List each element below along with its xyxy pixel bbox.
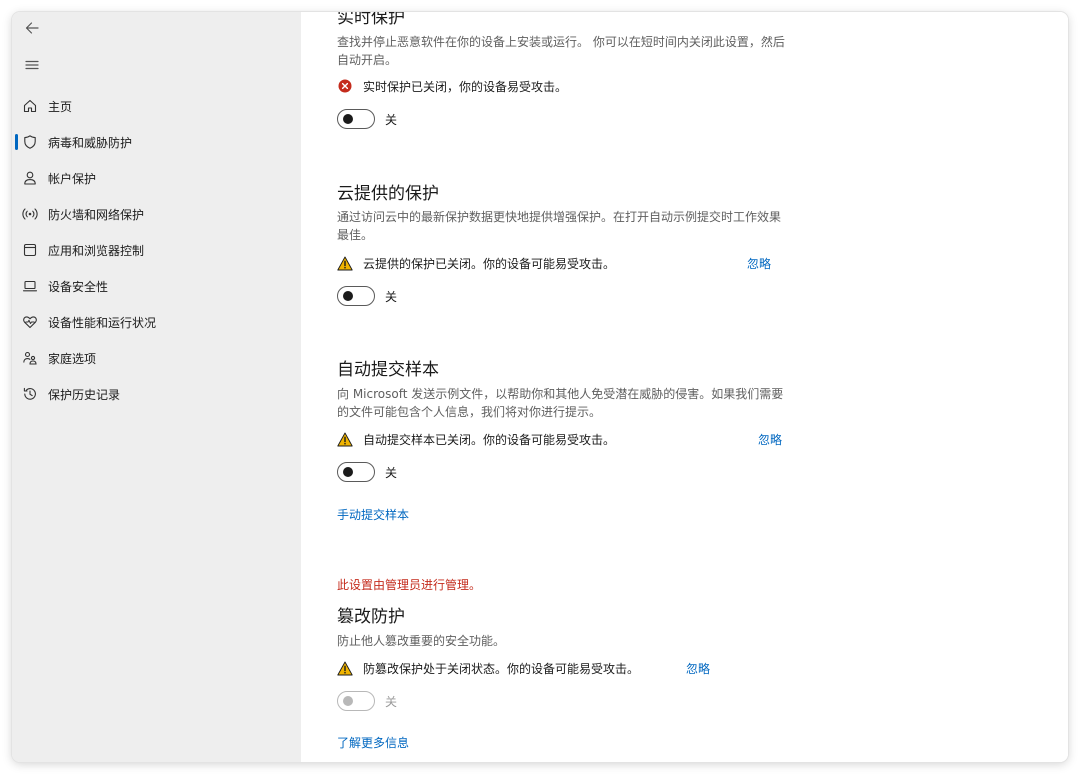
tamper-ignore-link[interactable]: 忽略 — [686, 660, 710, 677]
sidebar-item-label: 防火墙和网络保护 — [48, 207, 145, 222]
cloud-alert-text: 云提供的保护已关闭。你的设备可能易受攻击。 — [363, 256, 616, 271]
realtime-toggle-row: 关 — [337, 109, 397, 129]
hamburger-icon — [25, 60, 39, 70]
history-icon — [22, 386, 38, 402]
family-icon — [22, 350, 38, 366]
realtime-alert-text: 实时保护已关闭，你的设备易受攻击。 — [363, 79, 568, 94]
realtime-toggle[interactable] — [337, 109, 375, 129]
sidebar-item-firewall[interactable]: 防火墙和网络保护 — [12, 198, 301, 230]
tamper-alert: 防篡改保护处于关闭状态。你的设备可能易受攻击。 — [337, 658, 639, 678]
sidebar-item-label: 家庭选项 — [48, 351, 97, 366]
sample-alert-text: 自动提交样本已关闭。你的设备可能易受攻击。 — [363, 432, 616, 447]
cloud-ignore-link[interactable]: 忽略 — [747, 255, 771, 272]
sidebar-item-app-browser[interactable]: 应用和浏览器控制 — [12, 234, 301, 266]
warning-icon — [337, 660, 353, 676]
back-arrow-icon — [25, 22, 39, 34]
browser-window-icon — [22, 242, 38, 258]
warning-icon — [337, 255, 353, 271]
sidebar-item-label: 保护历史记录 — [48, 387, 121, 402]
managed-by-admin-text: 此设置由管理员进行管理。 — [337, 578, 482, 592]
shield-icon — [22, 134, 38, 150]
heart-pulse-icon — [22, 314, 38, 330]
tamper-description: 防止他人篡改重要的安全功能。 — [337, 634, 506, 648]
manual-submit-link[interactable]: 手动提交样本 — [337, 506, 409, 523]
laptop-icon — [22, 278, 38, 294]
learn-more-link[interactable]: 了解更多信息 — [337, 734, 409, 751]
tamper-alert-text: 防篡改保护处于关闭状态。你的设备可能易受攻击。 — [363, 661, 640, 676]
sidebar-item-label: 病毒和威胁防护 — [48, 135, 133, 150]
realtime-description: 查找并停止恶意软件在你的设备上安装或运行。 你可以在短时间内关闭此设置，然后自动… — [337, 35, 785, 67]
person-icon — [22, 170, 38, 186]
back-button[interactable] — [22, 18, 42, 38]
cloud-title: 云提供的保护 — [337, 184, 439, 204]
sample-toggle-label: 关 — [385, 465, 398, 480]
sample-toggle[interactable] — [337, 462, 375, 482]
realtime-title: 实时保护 — [337, 12, 405, 28]
cloud-alert: 云提供的保护已关闭。你的设备可能易受攻击。 — [337, 253, 615, 273]
sidebar-item-label: 主页 — [48, 99, 73, 114]
menu-button[interactable] — [22, 55, 42, 75]
sidebar-item-account[interactable]: 帐户保护 — [12, 162, 301, 194]
cloud-toggle-label: 关 — [385, 289, 398, 304]
tamper-toggle — [337, 691, 375, 711]
home-icon — [22, 98, 38, 114]
sidebar-item-label: 设备性能和运行状况 — [48, 315, 157, 330]
sample-description: 向 Microsoft 发送示例文件，以帮助你和其他人免受潜在威胁的侵害。如果我… — [337, 387, 784, 419]
tamper-toggle-label: 关 — [385, 694, 398, 709]
sidebar-item-history[interactable]: 保护历史记录 — [12, 378, 301, 410]
security-window: 主页 病毒和威胁防护 帐户保护 防火墙和网络保护 应用和浏览器控制 设备安全性 … — [12, 12, 1068, 762]
sample-toggle-row: 关 — [337, 462, 397, 482]
sample-alert: 自动提交样本已关闭。你的设备可能易受攻击。 — [337, 429, 615, 449]
sample-title: 自动提交样本 — [337, 360, 439, 380]
sidebar-item-virus-protection[interactable]: 病毒和威胁防护 — [12, 126, 301, 158]
cloud-description: 通过访问云中的最新保护数据更快地提供增强保护。在打开自动示例提交时工作效果最佳。 — [337, 210, 782, 242]
content-pane: 实时保护 查找并停止恶意软件在你的设备上安装或运行。 你可以在短时间内关闭此设置… — [301, 12, 1068, 762]
realtime-alert: 实时保护已关闭，你的设备易受攻击。 — [337, 76, 567, 96]
sidebar-item-label: 帐户保护 — [48, 171, 97, 186]
error-icon — [337, 78, 353, 94]
sidebar-item-device-health[interactable]: 设备性能和运行状况 — [12, 306, 301, 338]
tamper-toggle-row: 关 — [337, 691, 397, 711]
tamper-title: 篡改防护 — [337, 607, 405, 627]
sidebar: 主页 病毒和威胁防护 帐户保护 防火墙和网络保护 应用和浏览器控制 设备安全性 … — [12, 12, 301, 762]
sidebar-item-home[interactable]: 主页 — [12, 90, 301, 122]
cloud-toggle[interactable] — [337, 286, 375, 306]
sidebar-item-device-security[interactable]: 设备安全性 — [12, 270, 301, 302]
warning-icon — [337, 431, 353, 447]
wifi-antenna-icon — [22, 206, 38, 222]
sample-ignore-link[interactable]: 忽略 — [758, 431, 782, 448]
sidebar-item-family[interactable]: 家庭选项 — [12, 342, 301, 374]
cloud-toggle-row: 关 — [337, 286, 397, 306]
active-indicator — [15, 134, 18, 150]
realtime-toggle-label: 关 — [385, 112, 398, 127]
sidebar-item-label: 设备安全性 — [48, 279, 109, 294]
sidebar-item-label: 应用和浏览器控制 — [48, 243, 145, 258]
